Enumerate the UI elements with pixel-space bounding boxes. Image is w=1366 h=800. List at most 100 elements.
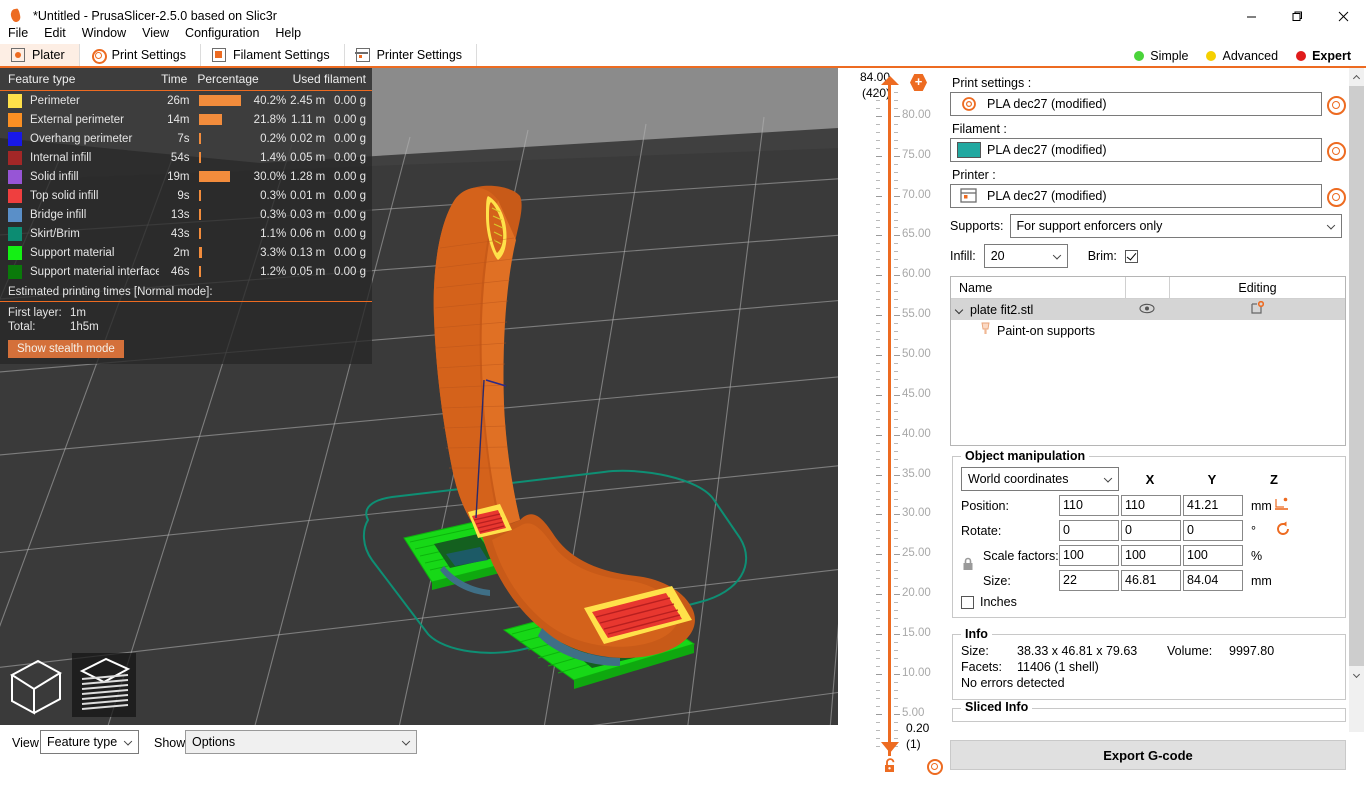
- layer-slider-minor-tick: [876, 131, 880, 133]
- position-y-input[interactable]: 110: [1121, 495, 1181, 516]
- legend-percentage-bar-cell: [189, 190, 249, 201]
- legend-row[interactable]: Support material 2m 3.3% 0.13 m 0.00 g: [0, 243, 372, 262]
- menu-item-view[interactable]: View: [134, 23, 177, 43]
- rotate-z-input[interactable]: 0: [1183, 520, 1243, 541]
- chevron-down-icon: [123, 737, 133, 746]
- axis-label-z: Z: [1270, 471, 1278, 487]
- print-settings-select[interactable]: PLA dec27 (modified): [950, 92, 1322, 116]
- legend-row[interactable]: Bridge infill 13s 0.3% 0.03 m 0.00 g: [0, 205, 372, 224]
- layer-slider-tick: [876, 554, 882, 556]
- printer-edit-gear-icon[interactable]: [1326, 187, 1346, 207]
- legend-row[interactable]: Skirt/Brim 43s 1.1% 0.06 m 0.00 g: [0, 224, 372, 243]
- legend-row[interactable]: External perimeter 14m 21.8% 1.11 m 0.00 g: [0, 110, 372, 129]
- printer-label: Printer :: [952, 168, 996, 182]
- scrollbar-down-arrow[interactable]: [1349, 668, 1364, 685]
- show-stealth-mode-button[interactable]: Show stealth mode: [8, 340, 124, 358]
- export-gcode-button[interactable]: Export G-code: [950, 740, 1346, 770]
- layer-slider-minor-tick: [894, 530, 898, 532]
- info-title: Info: [961, 627, 992, 641]
- legend-row[interactable]: Overhang perimeter 7s 0.2% 0.02 m 0.00 g: [0, 129, 372, 148]
- object-settings-icon[interactable]: [1169, 300, 1345, 318]
- view-type-select[interactable]: Feature type: [40, 730, 139, 754]
- filament-edit-gear-icon[interactable]: [1326, 141, 1346, 161]
- menu-item-help[interactable]: Help: [267, 23, 309, 43]
- layer-slider-tick-label: 20.00: [902, 587, 931, 600]
- legend-row[interactable]: Perimeter 26m 40.2% 2.45 m 0.00 g: [0, 91, 372, 110]
- menu-item-window[interactable]: Window: [74, 23, 134, 43]
- scale-y-input[interactable]: 100: [1121, 545, 1181, 566]
- scrollbar-thumb[interactable]: [1349, 86, 1364, 666]
- position-z-input[interactable]: 41.21: [1183, 495, 1243, 516]
- layer-slider[interactable]: 84.00 (420) 80.00 75.00 70.00 65.00 60.00 55.…: [838, 68, 950, 775]
- show-options-select[interactable]: Options: [185, 730, 417, 754]
- object-list-row-paint-on-supports[interactable]: Paint-on supports: [951, 320, 1345, 341]
- 3d-editor-view-button[interactable]: [4, 653, 68, 717]
- reset-rotation-icon[interactable]: [1275, 521, 1291, 540]
- legend-percentage-bar-cell: [189, 171, 249, 182]
- object-list[interactable]: Name Editing plate fit2.stl Paint-on sup…: [950, 276, 1346, 446]
- layer-slider-tick-label: 55.00: [902, 308, 931, 321]
- uniform-scale-lock-icon[interactable]: [961, 546, 977, 570]
- brim-checkbox[interactable]: [1124, 249, 1138, 263]
- tab-filament-settings[interactable]: Filament Settings: [201, 44, 345, 66]
- tab-plater[interactable]: Plater: [0, 44, 80, 66]
- unlocked-padlock-icon[interactable]: [882, 758, 898, 774]
- slider-settings-gear-icon[interactable]: [926, 758, 943, 775]
- filament-select[interactable]: PLA dec27 (modified): [950, 138, 1322, 162]
- coordinate-system-select[interactable]: World coordinates: [961, 467, 1119, 491]
- position-x-input[interactable]: 110: [1059, 495, 1119, 516]
- legend-percentage-bar: [199, 133, 202, 144]
- layer-slider-minor-tick: [876, 641, 880, 643]
- scrollbar-up-arrow[interactable]: [1349, 68, 1364, 85]
- layer-slider-minor-tick: [876, 578, 880, 580]
- mode-expert[interactable]: Expert: [1287, 47, 1360, 65]
- eye-icon[interactable]: [1125, 303, 1169, 317]
- legend-percentage-value: 0.2%: [260, 132, 287, 145]
- 3d-viewport[interactable]: Feature type Time Percentage Used filame…: [0, 68, 838, 725]
- legend-filament-length: 0.02 m: [290, 132, 326, 145]
- size-z-input[interactable]: 84.04: [1183, 570, 1243, 591]
- scale-z-input[interactable]: 100: [1183, 545, 1243, 566]
- rotate-y-input[interactable]: 0: [1121, 520, 1181, 541]
- estimated-times-title: Estimated printing times [Normal mode]:: [0, 281, 372, 302]
- legend-percentage-bar-cell: [189, 114, 249, 125]
- expand-collapse-chevron-icon[interactable]: [954, 305, 964, 314]
- size-x-input[interactable]: 22: [1059, 570, 1119, 591]
- layer-slider-tick-label: 40.00: [902, 427, 931, 440]
- sidebar-scrollbar[interactable]: [1349, 68, 1364, 732]
- print-settings-edit-gear-icon[interactable]: [1326, 95, 1346, 115]
- mode-advanced[interactable]: Advanced: [1197, 47, 1287, 65]
- legend-row[interactable]: Internal infill 54s 1.4% 0.05 m 0.00 g: [0, 148, 372, 167]
- add-color-change-button[interactable]: +: [910, 74, 927, 91]
- print-settings-row: PLA dec27 (modified): [950, 92, 1350, 116]
- legend-row[interactable]: Support material interface 46s 1.2% 0.05 m 0…: [0, 262, 372, 281]
- printer-select[interactable]: PLA dec27 (modified): [950, 184, 1322, 208]
- supports-select[interactable]: For support enforcers only: [1009, 214, 1342, 238]
- menu-item-file[interactable]: File: [0, 23, 36, 43]
- legend-filament-weight: 0.00 g: [334, 265, 367, 278]
- menu-item-edit[interactable]: Edit: [36, 23, 74, 43]
- inches-checkbox[interactable]: [961, 595, 974, 609]
- infill-select[interactable]: 20: [983, 244, 1068, 268]
- layer-slider-bottom-value: 0.20: [906, 721, 930, 735]
- layer-slider-upper-handle[interactable]: [881, 76, 899, 85]
- legend-row[interactable]: Solid infill 19m 30.0% 1.28 m 0.00 g: [0, 167, 372, 186]
- layer-slider-lower-handle[interactable]: [881, 742, 899, 753]
- plater-icon: [11, 48, 25, 62]
- mode-simple[interactable]: Simple: [1125, 47, 1197, 65]
- drop-to-bed-icon[interactable]: [1275, 497, 1289, 514]
- preview-layers-view-button[interactable]: [72, 653, 136, 717]
- layer-slider-tick: [876, 514, 882, 516]
- legend-feature-time: 9s: [177, 189, 190, 202]
- tab-printer-settings[interactable]: Printer Settings: [344, 44, 478, 66]
- menu-item-configuration[interactable]: Configuration: [177, 23, 267, 43]
- scale-x-input[interactable]: 100: [1059, 545, 1119, 566]
- layer-slider-rail[interactable]: [888, 84, 891, 756]
- tab-print-settings[interactable]: Print Settings: [79, 44, 201, 66]
- size-y-input[interactable]: 46.81: [1121, 570, 1181, 591]
- rotate-x-input[interactable]: 0: [1059, 520, 1119, 541]
- legend-row[interactable]: Top solid infill 9s 0.3% 0.01 m 0.00 g: [0, 186, 372, 205]
- layer-slider-minor-tick: [876, 482, 880, 484]
- object-list-row-object[interactable]: plate fit2.stl: [951, 299, 1345, 320]
- layer-slider-minor-tick: [894, 641, 898, 643]
